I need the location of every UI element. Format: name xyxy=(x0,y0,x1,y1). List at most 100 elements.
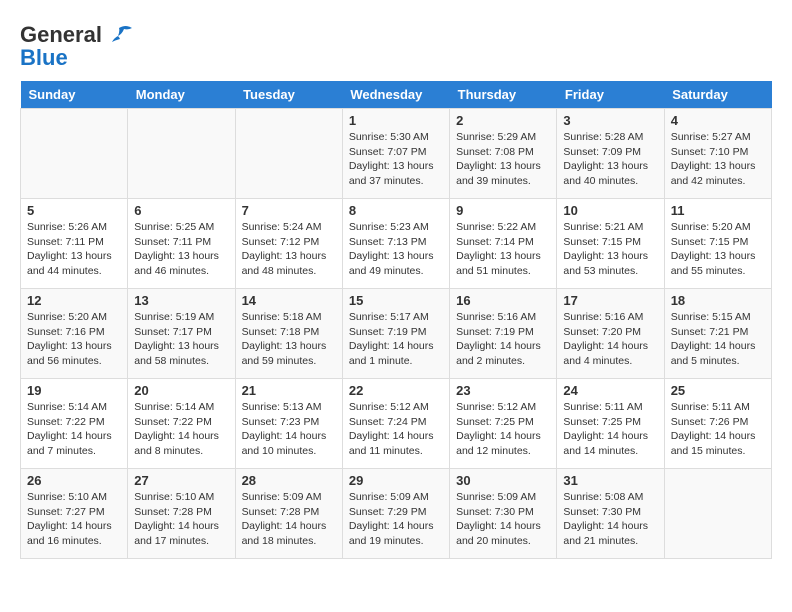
day-info: Sunrise: 5:09 AM Sunset: 7:30 PM Dayligh… xyxy=(456,490,550,549)
calendar-cell: 8 Sunrise: 5:23 AM Sunset: 7:13 PM Daylig… xyxy=(342,199,449,289)
day-info: Sunrise: 5:18 AM Sunset: 7:18 PM Dayligh… xyxy=(242,310,336,369)
calendar-cell: 9 Sunrise: 5:22 AM Sunset: 7:14 PM Daylig… xyxy=(450,199,557,289)
day-number: 13 xyxy=(134,293,228,308)
calendar-cell: 22 Sunrise: 5:12 AM Sunset: 7:24 PM Dayli… xyxy=(342,379,449,469)
day-number: 28 xyxy=(242,473,336,488)
calendar-cell: 19 Sunrise: 5:14 AM Sunset: 7:22 PM Dayli… xyxy=(21,379,128,469)
day-number: 6 xyxy=(134,203,228,218)
calendar-cell xyxy=(128,109,235,199)
day-number: 1 xyxy=(349,113,443,128)
calendar-cell: 4 Sunrise: 5:27 AM Sunset: 7:10 PM Daylig… xyxy=(664,109,771,199)
day-info: Sunrise: 5:14 AM Sunset: 7:22 PM Dayligh… xyxy=(27,400,121,459)
day-number: 14 xyxy=(242,293,336,308)
calendar-cell: 27Sunrise: 5:10 AM Sunset: 7:28 PM Dayli… xyxy=(128,469,235,559)
day-number: 25 xyxy=(671,383,765,398)
calendar-cell: 3Sunrise: 5:28 AM Sunset: 7:09 PM Daylig… xyxy=(557,109,664,199)
weekday-header-row: SundayMondayTuesdayWednesdayThursdayFrid… xyxy=(21,81,772,109)
day-info: Sunrise: 5:14 AM Sunset: 7:22 PM Dayligh… xyxy=(134,400,228,459)
day-number: 30 xyxy=(456,473,550,488)
day-info: Sunrise: 5:19 AM Sunset: 7:17 PM Dayligh… xyxy=(134,310,228,369)
calendar-cell: 29 Sunrise: 5:09 AM Sunset: 7:29 PM Dayli… xyxy=(342,469,449,559)
day-info: Sunrise: 5:27 AM Sunset: 7:10 PM Dayligh… xyxy=(671,130,765,189)
weekday-header-wednesday: Wednesday xyxy=(342,81,449,109)
calendar-week-row: 12 Sunrise: 5:20 AM Sunset: 7:16 PM Dayli… xyxy=(21,289,772,379)
calendar-cell: 5 Sunrise: 5:26 AM Sunset: 7:11 PM Daylig… xyxy=(21,199,128,289)
calendar-cell: 15 Sunrise: 5:17 AM Sunset: 7:19 PM Dayli… xyxy=(342,289,449,379)
day-number: 8 xyxy=(349,203,443,218)
day-number: 24 xyxy=(563,383,657,398)
day-info: Sunrise: 5:26 AM Sunset: 7:11 PM Dayligh… xyxy=(27,220,121,279)
calendar-cell: 30 Sunrise: 5:09 AM Sunset: 7:30 PM Dayli… xyxy=(450,469,557,559)
logo-bird-icon xyxy=(104,20,134,50)
day-number: 19 xyxy=(27,383,121,398)
day-number: 31 xyxy=(563,473,657,488)
day-number: 29 xyxy=(349,473,443,488)
day-number: 12 xyxy=(27,293,121,308)
calendar-cell: 14 Sunrise: 5:18 AM Sunset: 7:18 PM Dayli… xyxy=(235,289,342,379)
calendar-cell: 28 Sunrise: 5:09 AM Sunset: 7:28 PM Dayli… xyxy=(235,469,342,559)
day-number: 17 xyxy=(563,293,657,308)
day-number: 10 xyxy=(563,203,657,218)
day-number: 11 xyxy=(671,203,765,218)
calendar-cell: 2 Sunrise: 5:29 AM Sunset: 7:08 PM Daylig… xyxy=(450,109,557,199)
day-info: Sunrise: 5:22 AM Sunset: 7:14 PM Dayligh… xyxy=(456,220,550,279)
day-number: 22 xyxy=(349,383,443,398)
calendar-cell: 17 Sunrise: 5:16 AM Sunset: 7:20 PM Dayli… xyxy=(557,289,664,379)
weekday-header-friday: Friday xyxy=(557,81,664,109)
day-info: Sunrise: 5:08 AM Sunset: 7:30 PM Dayligh… xyxy=(563,490,657,549)
calendar-cell: 12 Sunrise: 5:20 AM Sunset: 7:16 PM Dayli… xyxy=(21,289,128,379)
calendar-cell: 24Sunrise: 5:11 AM Sunset: 7:25 PM Dayli… xyxy=(557,379,664,469)
day-info: Sunrise: 5:10 AM Sunset: 7:28 PM Dayligh… xyxy=(134,490,228,549)
day-info: Sunrise: 5:11 AM Sunset: 7:26 PM Dayligh… xyxy=(671,400,765,459)
logo-blue-text: Blue xyxy=(20,45,68,71)
calendar-cell: 31 Sunrise: 5:08 AM Sunset: 7:30 PM Dayli… xyxy=(557,469,664,559)
day-number: 21 xyxy=(242,383,336,398)
day-number: 16 xyxy=(456,293,550,308)
page-header: General Blue xyxy=(20,20,772,71)
day-number: 26 xyxy=(27,473,121,488)
day-number: 23 xyxy=(456,383,550,398)
day-number: 7 xyxy=(242,203,336,218)
calendar-cell xyxy=(21,109,128,199)
calendar-cell: 25 Sunrise: 5:11 AM Sunset: 7:26 PM Dayli… xyxy=(664,379,771,469)
day-info: Sunrise: 5:29 AM Sunset: 7:08 PM Dayligh… xyxy=(456,130,550,189)
day-info: Sunrise: 5:15 AM Sunset: 7:21 PM Dayligh… xyxy=(671,310,765,369)
day-info: Sunrise: 5:23 AM Sunset: 7:13 PM Dayligh… xyxy=(349,220,443,279)
day-info: Sunrise: 5:17 AM Sunset: 7:19 PM Dayligh… xyxy=(349,310,443,369)
calendar-cell: 18 Sunrise: 5:15 AM Sunset: 7:21 PM Dayli… xyxy=(664,289,771,379)
calendar-cell: 11Sunrise: 5:20 AM Sunset: 7:15 PM Dayli… xyxy=(664,199,771,289)
calendar-cell: 7 Sunrise: 5:24 AM Sunset: 7:12 PM Daylig… xyxy=(235,199,342,289)
day-number: 20 xyxy=(134,383,228,398)
calendar-cell: 16 Sunrise: 5:16 AM Sunset: 7:19 PM Dayli… xyxy=(450,289,557,379)
calendar-cell: 1Sunrise: 5:30 AM Sunset: 7:07 PM Daylig… xyxy=(342,109,449,199)
weekday-header-monday: Monday xyxy=(128,81,235,109)
logo: General Blue xyxy=(20,20,134,71)
weekday-header-saturday: Saturday xyxy=(664,81,771,109)
day-info: Sunrise: 5:16 AM Sunset: 7:20 PM Dayligh… xyxy=(563,310,657,369)
day-info: Sunrise: 5:16 AM Sunset: 7:19 PM Dayligh… xyxy=(456,310,550,369)
calendar-week-row: 19 Sunrise: 5:14 AM Sunset: 7:22 PM Dayli… xyxy=(21,379,772,469)
day-info: Sunrise: 5:20 AM Sunset: 7:16 PM Dayligh… xyxy=(27,310,121,369)
calendar-cell: 23 Sunrise: 5:12 AM Sunset: 7:25 PM Dayli… xyxy=(450,379,557,469)
day-info: Sunrise: 5:10 AM Sunset: 7:27 PM Dayligh… xyxy=(27,490,121,549)
day-info: Sunrise: 5:24 AM Sunset: 7:12 PM Dayligh… xyxy=(242,220,336,279)
day-info: Sunrise: 5:09 AM Sunset: 7:28 PM Dayligh… xyxy=(242,490,336,549)
calendar-cell: 13 Sunrise: 5:19 AM Sunset: 7:17 PM Dayli… xyxy=(128,289,235,379)
day-info: Sunrise: 5:12 AM Sunset: 7:25 PM Dayligh… xyxy=(456,400,550,459)
day-number: 9 xyxy=(456,203,550,218)
day-info: Sunrise: 5:12 AM Sunset: 7:24 PM Dayligh… xyxy=(349,400,443,459)
calendar-cell: 20 Sunrise: 5:14 AM Sunset: 7:22 PM Dayli… xyxy=(128,379,235,469)
day-number: 4 xyxy=(671,113,765,128)
day-info: Sunrise: 5:09 AM Sunset: 7:29 PM Dayligh… xyxy=(349,490,443,549)
calendar-week-row: 26 Sunrise: 5:10 AM Sunset: 7:27 PM Dayli… xyxy=(21,469,772,559)
day-number: 3 xyxy=(563,113,657,128)
day-number: 2 xyxy=(456,113,550,128)
day-number: 15 xyxy=(349,293,443,308)
calendar-week-row: 1Sunrise: 5:30 AM Sunset: 7:07 PM Daylig… xyxy=(21,109,772,199)
day-info: Sunrise: 5:13 AM Sunset: 7:23 PM Dayligh… xyxy=(242,400,336,459)
calendar-week-row: 5 Sunrise: 5:26 AM Sunset: 7:11 PM Daylig… xyxy=(21,199,772,289)
day-number: 5 xyxy=(27,203,121,218)
calendar-cell: 21 Sunrise: 5:13 AM Sunset: 7:23 PM Dayli… xyxy=(235,379,342,469)
calendar-cell xyxy=(235,109,342,199)
day-number: 18 xyxy=(671,293,765,308)
